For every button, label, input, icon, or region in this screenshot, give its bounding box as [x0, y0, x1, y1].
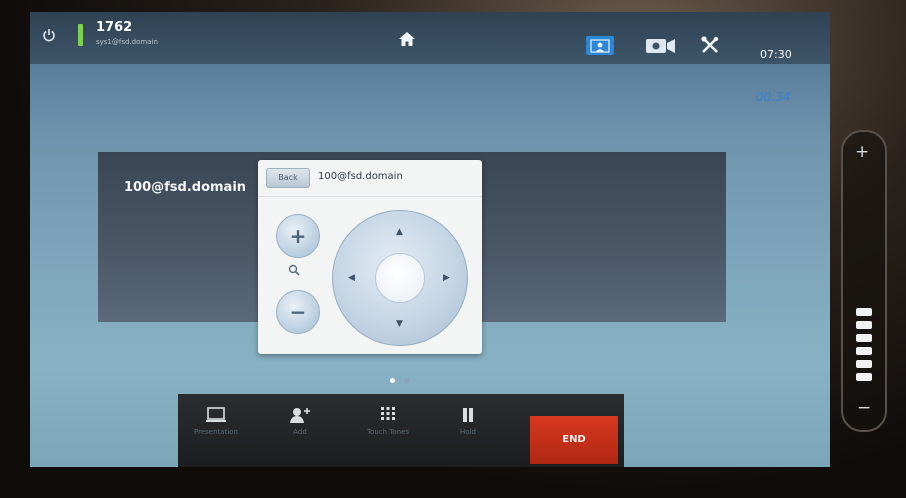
keypad-icon — [381, 407, 395, 420]
pan-tilt-center[interactable] — [375, 253, 425, 303]
call-control-bar: Presentation Add Touch Tones Hold END — [178, 394, 624, 467]
zoom-in-button[interactable]: + — [276, 214, 320, 258]
status-bar: 1762 sys1@fsd.domain 07:30 — [30, 12, 830, 64]
volume-segment — [856, 308, 872, 316]
pan-tilt-pad[interactable]: ▲ ▼ ◀ ▶ — [332, 210, 468, 346]
camera-icon[interactable] — [644, 36, 678, 55]
back-button[interactable]: Back — [266, 168, 310, 188]
far-end-camera-control-panel: Back 100@fsd.domain + − ▲ ▼ ◀ ▶ — [258, 160, 482, 354]
add-label: Add — [293, 428, 307, 436]
volume-segment — [856, 347, 872, 355]
selfview-icon[interactable] — [586, 36, 614, 55]
volume-slider[interactable]: + − — [841, 130, 887, 432]
hold-label: Hold — [460, 428, 476, 436]
touch-tones-label: Touch Tones — [366, 428, 410, 436]
home-icon[interactable] — [397, 30, 417, 48]
participant-name: 100@fsd.domain — [124, 180, 247, 195]
call-duration: 00:34 — [756, 90, 791, 104]
clock: 07:30 — [760, 48, 792, 61]
volume-up-button[interactable]: + — [855, 142, 869, 162]
panel-title: 100@fsd.domain — [318, 171, 403, 182]
presentation-icon — [206, 407, 226, 422]
power-icon[interactable] — [40, 26, 58, 44]
arrow-left-icon[interactable]: ◀ — [348, 273, 355, 283]
panel-header: Back 100@fsd.domain — [258, 160, 482, 197]
system-uri: sys1@fsd.domain — [96, 38, 158, 46]
volume-down-button[interactable]: − — [857, 398, 871, 418]
presentation-button[interactable]: Presentation — [184, 394, 248, 467]
end-call-button[interactable]: END — [530, 416, 618, 464]
arrow-up-icon[interactable]: ▲ — [396, 227, 403, 237]
add-button[interactable]: Add — [268, 394, 332, 467]
zoom-icon — [288, 264, 300, 279]
touch-panel-screen: 1762 sys1@fsd.domain 07:30 00:34 100@fsd… — [30, 12, 830, 467]
pause-icon — [463, 408, 473, 422]
presentation-label: Presentation — [194, 428, 238, 436]
tools-icon[interactable] — [699, 34, 721, 56]
volume-segment — [856, 360, 872, 368]
volume-segment — [856, 321, 872, 329]
zoom-out-button[interactable]: − — [276, 290, 320, 334]
volume-segment — [856, 334, 872, 342]
arrow-right-icon[interactable]: ▶ — [443, 273, 450, 283]
arrow-down-icon[interactable]: ▼ — [396, 319, 403, 329]
system-number: 1762 — [96, 20, 133, 35]
volume-segment — [856, 373, 872, 381]
page-dot[interactable] — [404, 378, 409, 383]
touch-tones-button[interactable]: Touch Tones — [348, 394, 428, 467]
hold-button[interactable]: Hold — [440, 394, 496, 467]
connection-status-indicator — [78, 24, 83, 46]
add-participant-icon — [290, 408, 310, 423]
page-dot-active[interactable] — [390, 378, 395, 383]
